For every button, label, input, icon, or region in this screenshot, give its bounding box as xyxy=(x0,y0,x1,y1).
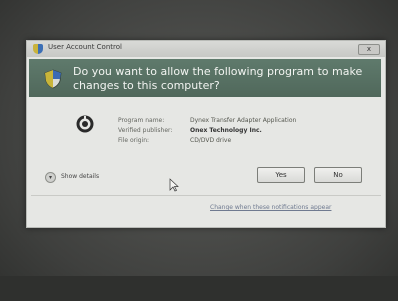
prompt-banner: Do you want to allow the following progr… xyxy=(29,59,381,97)
file-origin-label: File origin: xyxy=(118,137,150,144)
shield-icon xyxy=(44,69,62,89)
detail-values: Dynex Transfer Adapter Application Onex … xyxy=(190,116,296,146)
cursor-icon xyxy=(169,178,179,192)
title-bar: User Account Control x xyxy=(27,41,385,57)
program-name-label: Program name: xyxy=(118,117,165,124)
file-origin-value: CD/DVD drive xyxy=(190,137,232,144)
notifications-settings-link[interactable]: Change when these notifications appear xyxy=(210,204,331,211)
uac-dialog: User Account Control x Do you want to al… xyxy=(26,40,386,228)
yes-button[interactable]: Yes xyxy=(257,167,305,183)
prompt-question: Do you want to allow the following progr… xyxy=(73,65,363,92)
no-button[interactable]: No xyxy=(314,167,362,183)
detail-labels: Program name: Verified publisher: File o… xyxy=(118,116,172,146)
uac-shield-small-icon xyxy=(33,44,43,54)
program-name-value: Dynex Transfer Adapter Application xyxy=(190,117,297,124)
chevron-down-icon[interactable]: ▾ xyxy=(45,172,56,183)
footer-divider xyxy=(31,195,381,196)
window-title: User Account Control xyxy=(48,43,122,51)
close-button[interactable]: x xyxy=(358,44,380,55)
show-details-label[interactable]: Show details xyxy=(61,173,99,180)
publisher-label: Verified publisher: xyxy=(118,127,173,134)
taskbar-area xyxy=(0,276,398,301)
program-icon xyxy=(76,115,94,133)
publisher-value: Onex Technology Inc. xyxy=(190,127,262,134)
